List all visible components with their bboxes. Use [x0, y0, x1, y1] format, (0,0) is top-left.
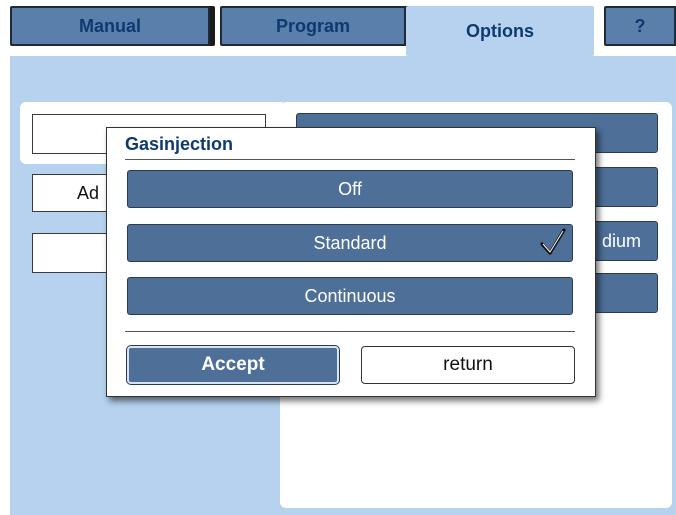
option-continuous-label: Continuous — [304, 285, 396, 306]
option-off[interactable]: Off — [127, 170, 573, 208]
accept-button-label: Accept — [201, 354, 265, 375]
option-continuous[interactable]: Continuous — [127, 277, 573, 315]
buttons-divider — [125, 331, 575, 332]
tab-help-label: ? — [634, 15, 646, 36]
tab-manual-label: Manual — [78, 15, 141, 36]
dialog-title: Gasinjection — [125, 134, 234, 154]
accept-button[interactable]: Accept — [126, 345, 340, 385]
option-off-label: Off — [338, 178, 362, 199]
left-field-2-label: Ad — [77, 182, 100, 203]
option-standard-label: Standard — [313, 232, 387, 253]
tab-help[interactable]: ? — [604, 6, 676, 46]
checkmark-icon — [540, 228, 566, 255]
tab-options-label: Options — [466, 20, 534, 41]
tab-manual[interactable]: Manual — [10, 6, 210, 46]
return-button-label: return — [443, 354, 493, 375]
tab-program[interactable]: Program — [220, 6, 406, 46]
right-button-3-label: dium — [601, 230, 641, 251]
tab-options[interactable]: Options — [406, 6, 594, 56]
tab-program-label: Program — [275, 15, 351, 36]
return-button[interactable]: return — [361, 346, 575, 384]
option-standard[interactable]: Standard — [127, 224, 573, 262]
tab-bar: Manual Program Options ? — [10, 6, 676, 56]
gasinjection-dialog: Gasinjection Off Standard Continuous Acc… — [106, 127, 596, 397]
title-divider — [125, 159, 575, 160]
